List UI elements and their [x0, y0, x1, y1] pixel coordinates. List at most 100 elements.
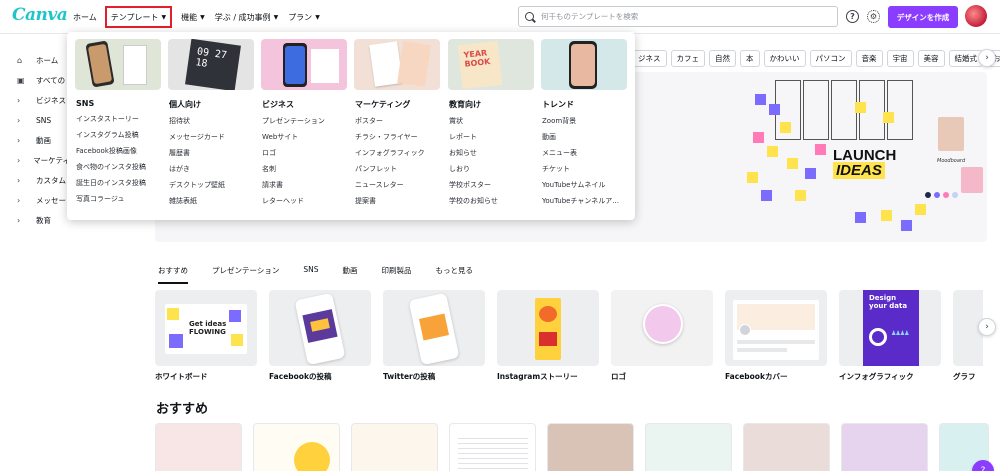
- sidebar-item-home[interactable]: ⌂ ホーム: [0, 50, 70, 70]
- category-card-infographic[interactable]: Design your data ♟♟♟♟ インフォグラフィック: [839, 290, 941, 382]
- chip[interactable]: かわいい: [763, 50, 806, 67]
- category-card-whiteboard[interactable]: Get ideas FLOWING ホワイトボード: [155, 290, 257, 382]
- dropdown-item[interactable]: インフォグラフィック: [355, 148, 440, 158]
- dropdown-item[interactable]: 食べ物のインスタ投稿: [76, 162, 161, 172]
- dropdown-item[interactable]: メニュー表: [542, 148, 627, 158]
- category-card-facebook-post[interactable]: Facebookの投稿: [269, 290, 371, 382]
- nav-plans[interactable]: プラン ▼: [283, 6, 325, 28]
- dropdown-item[interactable]: チケット: [542, 164, 627, 174]
- dropdown-item[interactable]: YouTubeサムネイル: [542, 180, 627, 190]
- sidebar-item-business[interactable]: › ビジネス: [0, 90, 70, 110]
- sidebar-item-marketing[interactable]: › マーケティ: [0, 150, 70, 170]
- dropdown-item[interactable]: ポスター: [355, 116, 440, 126]
- sidebar-item-all[interactable]: ▣ すべての: [0, 70, 70, 90]
- dropdown-item[interactable]: Webサイト: [262, 132, 347, 142]
- tab-print[interactable]: 印刷製品: [382, 263, 422, 284]
- nav-features[interactable]: 機能 ▼: [176, 6, 210, 28]
- dropdown-item[interactable]: はがき: [169, 164, 254, 174]
- template-thumbnail[interactable]: [645, 423, 732, 471]
- dropdown-column-title[interactable]: 個人向け: [169, 99, 254, 110]
- dropdown-item[interactable]: ロゴ: [262, 148, 347, 158]
- chip[interactable]: ジネス: [632, 50, 667, 67]
- chip[interactable]: パソコン: [809, 50, 852, 67]
- tab-sns[interactable]: SNS: [303, 263, 328, 284]
- dropdown-item[interactable]: しおり: [449, 164, 534, 174]
- dropdown-item[interactable]: レターヘッド: [262, 196, 347, 206]
- nav-learn[interactable]: 学ぶ / 成功事例 ▼: [210, 6, 283, 28]
- template-thumbnail[interactable]: [449, 423, 536, 471]
- dropdown-thumbnail[interactable]: YEAR BOOK: [448, 39, 534, 90]
- dropdown-item[interactable]: お知らせ: [449, 148, 534, 158]
- dropdown-item[interactable]: インスタストーリー: [76, 114, 161, 124]
- gear-icon[interactable]: ⚙: [867, 10, 880, 23]
- dropdown-item[interactable]: インスタグラム投稿: [76, 130, 161, 140]
- category-card-facebook-cover[interactable]: Facebookカバー: [725, 290, 827, 382]
- chip[interactable]: 宇宙: [886, 50, 914, 67]
- sidebar-item-education[interactable]: › 教育: [0, 210, 70, 230]
- dropdown-item[interactable]: メッセージカード: [169, 132, 254, 142]
- template-thumbnail[interactable]: [743, 423, 830, 471]
- chip[interactable]: 音楽: [855, 50, 883, 67]
- template-thumbnail[interactable]: [253, 423, 340, 471]
- dropdown-item[interactable]: チラシ・フライヤー: [355, 132, 440, 142]
- dropdown-item[interactable]: レポート: [449, 132, 534, 142]
- dropdown-column-title[interactable]: ビジネス: [262, 99, 347, 110]
- chip[interactable]: カフェ: [670, 50, 705, 67]
- sidebar-item-message[interactable]: › メッセー: [0, 190, 70, 210]
- sidebar-item-sns[interactable]: › SNS: [0, 110, 70, 130]
- dropdown-item[interactable]: プレゼンテーション: [262, 116, 347, 126]
- search-input[interactable]: [541, 12, 821, 21]
- dropdown-column-title[interactable]: マーケティング: [355, 99, 440, 110]
- dropdown-item[interactable]: 動画: [542, 132, 627, 142]
- nav-templates[interactable]: テンプレート ▼: [104, 6, 173, 28]
- dropdown-thumbnail[interactable]: [75, 39, 161, 90]
- dropdown-thumbnail[interactable]: [354, 39, 440, 90]
- dropdown-item[interactable]: パンフレット: [355, 164, 440, 174]
- dropdown-item[interactable]: 提案書: [355, 196, 440, 206]
- dropdown-item[interactable]: ニュースレター: [355, 180, 440, 190]
- dropdown-item[interactable]: 学校のお知らせ: [449, 196, 534, 206]
- dropdown-thumbnail[interactable]: [541, 39, 627, 90]
- cards-next-button[interactable]: ›: [978, 318, 996, 336]
- category-card-instagram-story[interactable]: Instagramストーリー: [497, 290, 599, 382]
- dropdown-item[interactable]: 誕生日のインスタ投稿: [76, 178, 161, 188]
- template-thumbnail[interactable]: [351, 423, 438, 471]
- dropdown-item[interactable]: 写真コラージュ: [76, 194, 161, 204]
- chip[interactable]: 自然: [709, 50, 736, 67]
- nav-home[interactable]: ホーム: [68, 6, 102, 28]
- template-thumbnail[interactable]: [547, 423, 634, 471]
- dropdown-column-title[interactable]: 教育向け: [449, 99, 534, 110]
- avatar[interactable]: [965, 5, 987, 27]
- dropdown-thumbnail[interactable]: [261, 39, 347, 90]
- dropdown-item[interactable]: YouTubeチャンネルア...: [542, 196, 627, 206]
- tab-video[interactable]: 動画: [343, 263, 368, 284]
- dropdown-item[interactable]: 賞状: [449, 116, 534, 126]
- tab-more[interactable]: もっと見る: [436, 263, 484, 284]
- tab-recommended[interactable]: おすすめ: [158, 263, 188, 284]
- help-icon[interactable]: ?: [846, 10, 859, 23]
- chips-next-button[interactable]: ›: [978, 49, 996, 67]
- template-thumbnail[interactable]: [841, 423, 928, 471]
- category-card-twitter-post[interactable]: Twitterの投稿: [383, 290, 485, 382]
- sidebar-item-custom[interactable]: › カスタム: [0, 170, 70, 190]
- dropdown-item[interactable]: 履歴書: [169, 148, 254, 158]
- category-card-graph[interactable]: グラフ: [953, 290, 983, 382]
- template-thumbnail[interactable]: [155, 423, 242, 471]
- help-chat-button[interactable]: ?: [972, 460, 994, 471]
- dropdown-item[interactable]: 請求書: [262, 180, 347, 190]
- category-card-logo[interactable]: ロゴ: [611, 290, 713, 382]
- chip[interactable]: 美容: [917, 50, 945, 67]
- create-design-button[interactable]: デザインを作成: [888, 6, 958, 28]
- dropdown-item[interactable]: Zoom背景: [542, 116, 627, 126]
- dropdown-item[interactable]: 名刺: [262, 164, 347, 174]
- chip[interactable]: 本: [740, 50, 760, 67]
- dropdown-item[interactable]: 雑誌表紙: [169, 196, 254, 206]
- sidebar-item-video[interactable]: › 動画: [0, 130, 70, 150]
- dropdown-item[interactable]: 学校ポスター: [449, 180, 534, 190]
- dropdown-item[interactable]: Facebook投稿画像: [76, 146, 161, 156]
- tab-presentation[interactable]: プレゼンテーション: [212, 263, 289, 284]
- canva-logo[interactable]: Canva: [12, 5, 68, 25]
- dropdown-column-title[interactable]: SNS: [76, 99, 161, 108]
- dropdown-item[interactable]: 招待状: [169, 116, 254, 126]
- dropdown-item[interactable]: デスクトップ壁紙: [169, 180, 254, 190]
